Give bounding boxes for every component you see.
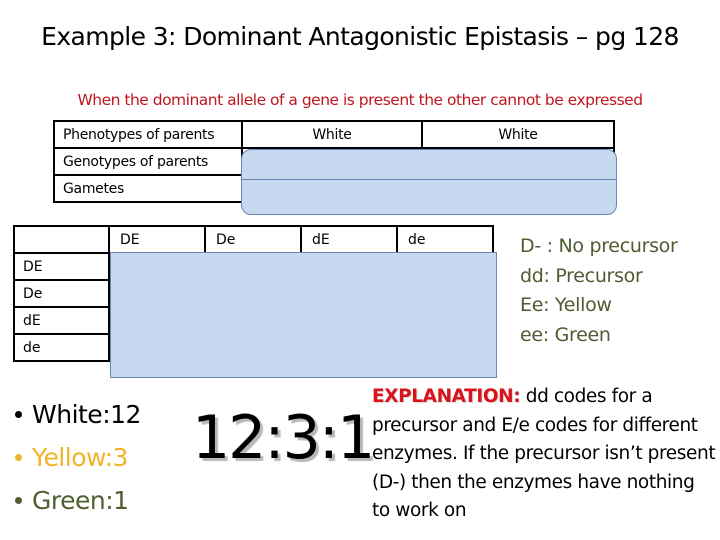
- table-row: DE De dE de: [13, 225, 494, 254]
- bullet-icon: [15, 497, 22, 504]
- column-header: De: [204, 225, 303, 254]
- row-header: dE: [13, 306, 110, 335]
- result-label: Yellow:3: [32, 443, 128, 472]
- explanation-label: EXPLANATION:: [372, 386, 521, 407]
- bullet-icon: [15, 411, 22, 418]
- ratio: 12:3:1: [192, 403, 375, 473]
- row-header: DE: [13, 252, 110, 281]
- parent1-phenotype: White: [241, 120, 423, 149]
- row-label-phenotypes: Phenotypes of parents: [53, 120, 243, 149]
- slide-title: Example 3: Dominant Antagonistic Epistas…: [41, 22, 679, 51]
- result-yellow: Yellow:3: [15, 436, 141, 479]
- parents-answer-cover[interactable]: [241, 149, 617, 215]
- key-item: dd: Precursor: [520, 264, 643, 287]
- table-row: Phenotypes of parents White White: [53, 120, 615, 149]
- genotype-key: D- : No precursor dd: Precursor Ee: Yell…: [520, 232, 678, 350]
- punnett-answer-cover[interactable]: [110, 252, 497, 378]
- cover-divider: [242, 179, 616, 180]
- subtitle-text: When the dominant allele of a gene is pr…: [77, 91, 643, 109]
- key-item: D- : No precursor: [520, 235, 678, 257]
- row-label-genotypes: Genotypes of parents: [53, 147, 243, 176]
- explanation: EXPLANATION: dd codes for a precursor an…: [372, 383, 717, 526]
- key-item: Ee: Yellow: [520, 294, 612, 316]
- corner-cell: [13, 225, 110, 254]
- row-header: de: [13, 333, 110, 362]
- bullet-icon: [15, 454, 22, 461]
- parent2-phenotype: White: [421, 120, 615, 149]
- column-header: de: [396, 225, 494, 254]
- key-item: ee: Green: [520, 323, 611, 346]
- column-header: dE: [300, 225, 398, 254]
- column-header: DE: [107, 225, 207, 254]
- result-white: White:12: [15, 393, 141, 436]
- result-label: Green:1: [32, 486, 129, 515]
- subtitle: When the dominant allele of a gene is pr…: [0, 91, 720, 109]
- row-header: De: [13, 279, 110, 308]
- result-green: Green:1: [15, 479, 141, 522]
- row-label-gametes: Gametes: [53, 174, 243, 203]
- results-list: White:12 Yellow:3 Green:1: [15, 393, 141, 522]
- result-label: White:12: [32, 400, 141, 429]
